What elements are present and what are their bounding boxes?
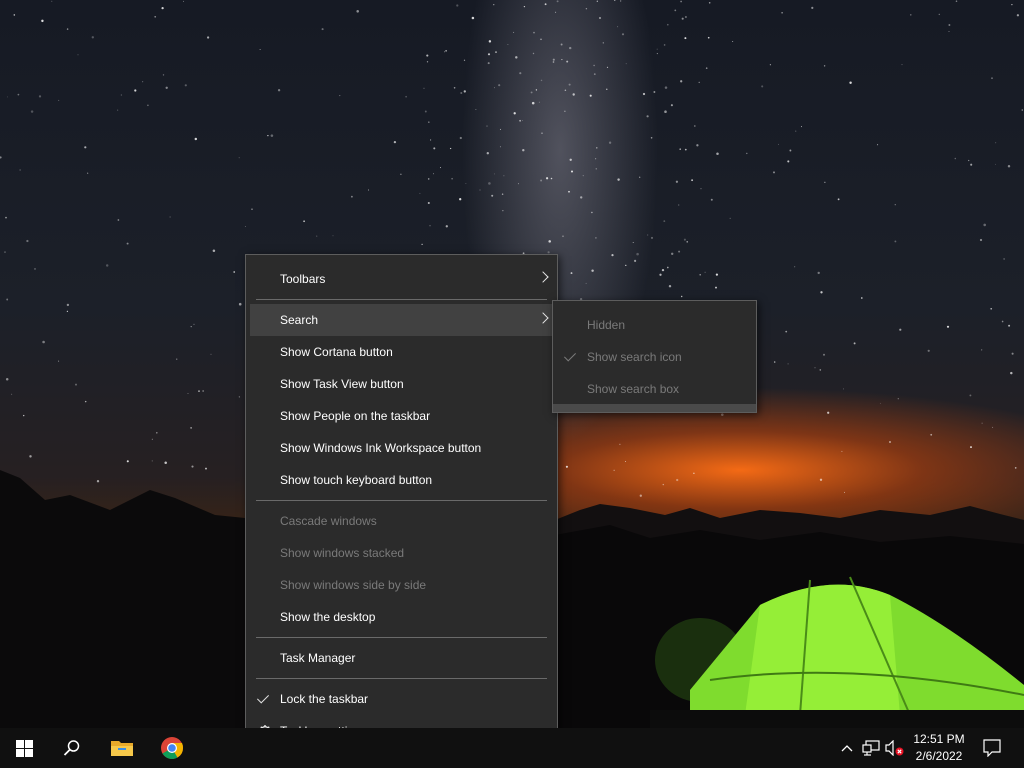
menu-item-label: Lock the taskbar: [280, 692, 369, 706]
menu-item-label: Show windows side by side: [280, 578, 427, 592]
menu-item-label: Search: [280, 313, 319, 327]
taskbar-clock[interactable]: 12:51 PM 2/6/2022: [908, 731, 970, 765]
menu-item-label: Show touch keyboard button: [280, 473, 433, 487]
network-icon: [862, 740, 880, 756]
start-button[interactable]: [0, 728, 48, 768]
menu-item-show-ink[interactable]: Show Windows Ink Workspace button: [246, 432, 557, 464]
menu-item-show-task-view[interactable]: Show Task View button: [246, 368, 557, 400]
menu-item-search[interactable]: Search: [250, 304, 553, 336]
menu-item-task-manager[interactable]: Task Manager: [246, 642, 557, 674]
clock-date: 2/6/2022: [915, 749, 963, 763]
chevron-right-icon: [537, 312, 549, 324]
submenu-item-show-search-icon[interactable]: Show search icon: [553, 341, 756, 373]
menu-item-label: Show the desktop: [280, 610, 376, 624]
menu-item-label: Cascade windows: [280, 514, 377, 528]
menu-item-label: Show Task View button: [280, 377, 404, 391]
search-submenu: Hidden Show search icon Show search box: [552, 300, 757, 413]
menu-item-lock-taskbar[interactable]: Lock the taskbar: [246, 683, 557, 715]
wallpaper-tent: [650, 576, 1024, 728]
menu-item-cascade: Cascade windows: [246, 505, 557, 537]
volume-tray-button[interactable]: [884, 728, 906, 768]
menu-item-stacked: Show windows stacked: [246, 537, 557, 569]
clock-time: 12:51 PM: [913, 732, 965, 746]
taskbar: 12:51 PM 2/6/2022: [0, 728, 1024, 768]
menu-item-show-touch-keyboard[interactable]: Show touch keyboard button: [246, 464, 557, 496]
chrome-icon: [161, 737, 184, 759]
search-icon: [63, 740, 80, 756]
menu-item-show-cortana[interactable]: Show Cortana button: [246, 336, 557, 368]
chrome-button[interactable]: [148, 728, 196, 768]
volume-muted-icon: [885, 740, 904, 756]
chevron-right-icon: [537, 271, 549, 283]
windows-start-icon: [15, 739, 33, 757]
menu-separator: [256, 299, 547, 300]
submenu-footer: [553, 404, 756, 412]
menu-item-label: Toolbars: [280, 272, 326, 286]
file-explorer-icon: [111, 741, 133, 756]
menu-item-show-people[interactable]: Show People on the taskbar: [246, 400, 557, 432]
submenu-item-show-search-box[interactable]: Show search box: [553, 373, 756, 405]
file-explorer-button[interactable]: [98, 728, 146, 768]
menu-item-label: Show People on the taskbar: [280, 409, 431, 423]
menu-item-label: Show windows stacked: [280, 546, 405, 560]
menu-item-label: Hidden: [587, 318, 626, 332]
search-button[interactable]: [48, 728, 96, 768]
menu-item-label: Show search box: [587, 382, 680, 396]
menu-item-label: Task Manager: [280, 651, 356, 665]
submenu-item-hidden[interactable]: Hidden: [553, 309, 756, 341]
checkmark-icon: [256, 691, 270, 704]
menu-item-show-desktop[interactable]: Show the desktop: [246, 601, 557, 633]
menu-item-label: Show search icon: [587, 350, 682, 364]
network-tray-button[interactable]: [860, 728, 882, 768]
menu-separator: [256, 678, 547, 679]
chevron-up-icon: [841, 745, 853, 752]
action-center-button[interactable]: [976, 728, 1008, 768]
show-hidden-icons-button[interactable]: [838, 728, 856, 768]
menu-item-side-by-side: Show windows side by side: [246, 569, 557, 601]
checkmark-icon: [563, 349, 577, 362]
menu-item-toolbars[interactable]: Toolbars: [246, 263, 557, 295]
notification-icon: [983, 739, 1001, 757]
menu-item-label: Show Windows Ink Workspace button: [280, 441, 482, 455]
menu-separator: [256, 500, 547, 501]
menu-separator: [256, 637, 547, 638]
taskbar-context-menu: Toolbars Search Show Cortana button Show…: [245, 254, 558, 755]
menu-item-label: Show Cortana button: [280, 345, 393, 359]
